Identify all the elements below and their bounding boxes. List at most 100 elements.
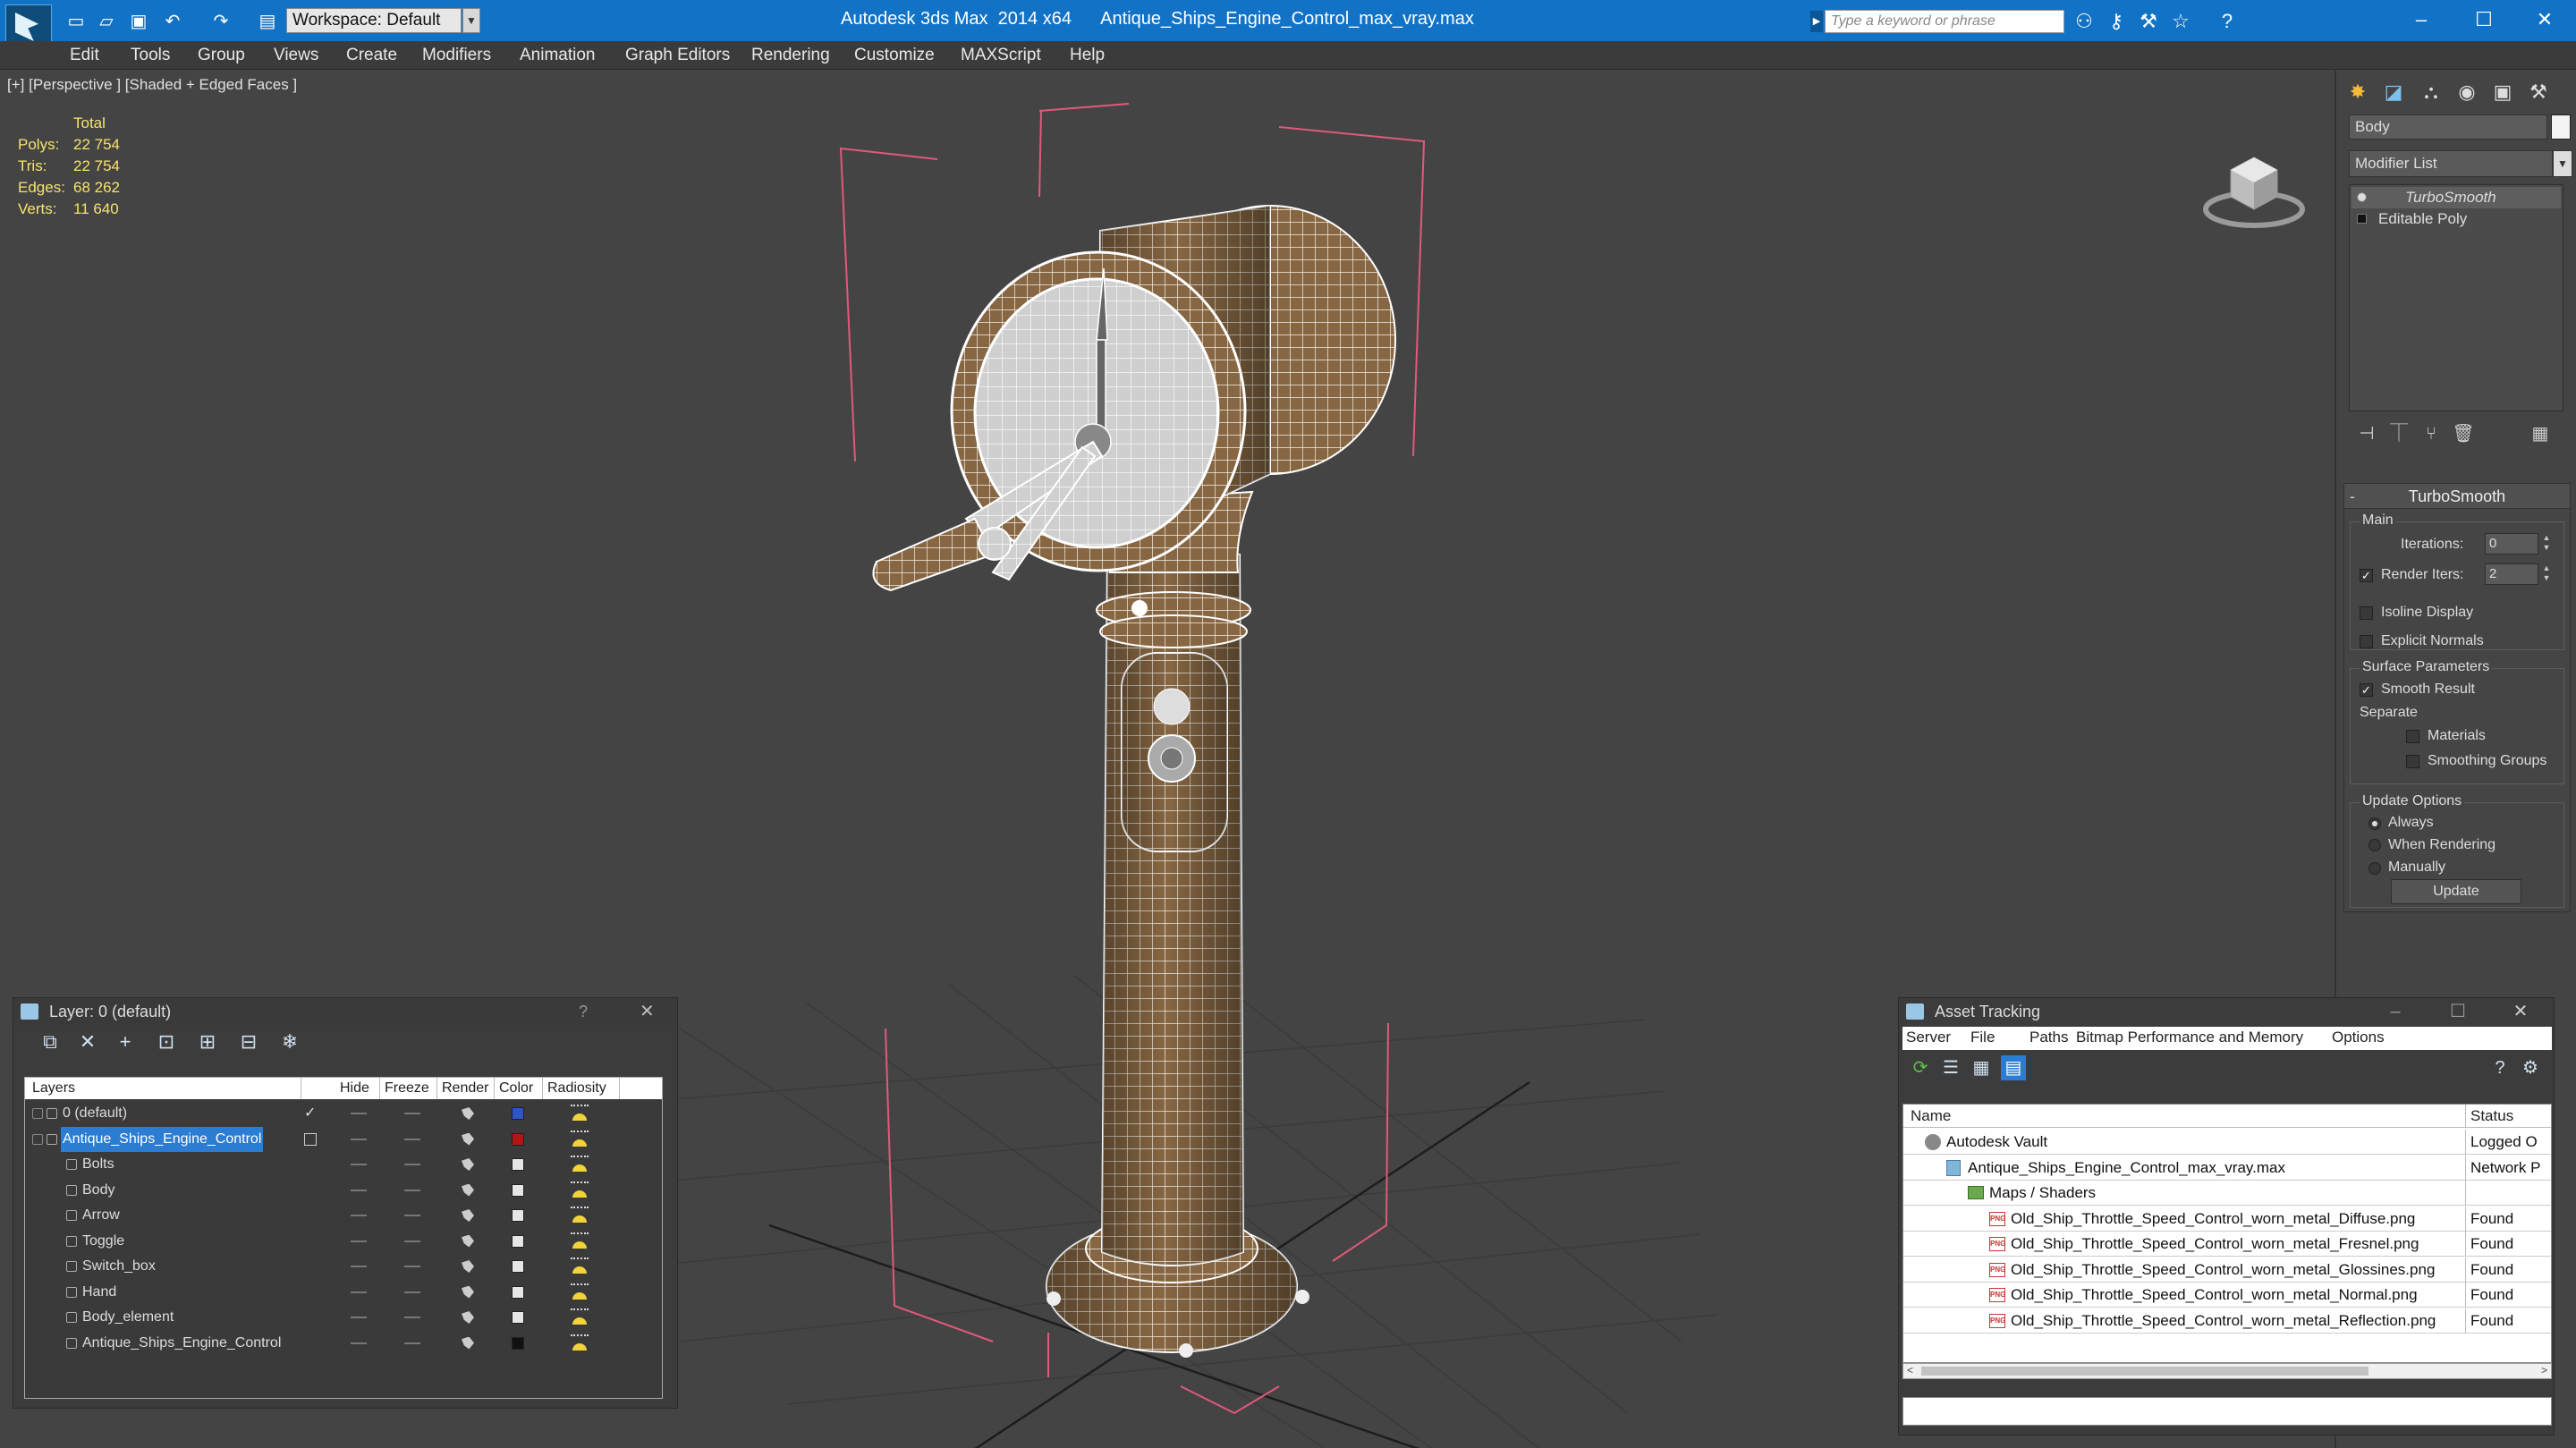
chevron-down-icon[interactable]: ▼: [2553, 150, 2572, 177]
scroll-thumb[interactable]: [1921, 1367, 2368, 1376]
layer-color-swatch[interactable]: [512, 1158, 524, 1171]
hide-toggle[interactable]: [351, 1317, 367, 1318]
render-teapot-icon[interactable]: [462, 1285, 474, 1299]
layer-name[interactable]: Toggle: [80, 1229, 126, 1254]
layer-name[interactable]: 0 (default): [61, 1101, 129, 1126]
render-teapot-icon[interactable]: [462, 1158, 474, 1171]
column-header-hide[interactable]: Hide: [340, 1078, 369, 1099]
freeze-toggle[interactable]: [404, 1240, 420, 1242]
table-view-icon[interactable]: ▦: [1969, 1055, 1994, 1080]
iterations-spinner[interactable]: 0: [2485, 533, 2538, 555]
layer-row[interactable]: Hand: [25, 1280, 633, 1305]
when-rendering-radio[interactable]: [2368, 839, 2381, 851]
maximize-icon[interactable]: ☐: [2427, 998, 2489, 1025]
layer-name[interactable]: Hand: [80, 1280, 118, 1305]
always-radio[interactable]: [2368, 817, 2381, 830]
save-icon[interactable]: ▣: [127, 11, 150, 32]
asset-row[interactable]: PNG Old_Ship_Throttle_Speed_Control_worn_…: [1903, 1283, 2551, 1308]
render-teapot-icon[interactable]: [462, 1311, 474, 1324]
connect-icon[interactable]: ⚒: [2136, 10, 2161, 33]
layer-name[interactable]: Arrow: [80, 1203, 122, 1228]
layer-name[interactable]: Antique_Ships_Engine_Control: [80, 1331, 283, 1356]
close-icon[interactable]: ✕: [2513, 0, 2576, 41]
modify-tab-icon[interactable]: ◪: [2377, 77, 2410, 107]
hide-toggle[interactable]: [351, 1266, 367, 1267]
layer-color-swatch[interactable]: [512, 1107, 524, 1120]
dialog-title-bar[interactable]: Asset Tracking – ☐ ✕: [1899, 998, 2554, 1025]
radiosity-icon[interactable]: [569, 1307, 590, 1328]
modifier-list-dropdown[interactable]: Modifier List: [2349, 150, 2553, 177]
layer-row[interactable]: Bolts: [25, 1152, 633, 1177]
layer-color-swatch[interactable]: [512, 1132, 524, 1146]
undo-icon[interactable]: ↶: [161, 11, 184, 32]
object-color-swatch[interactable]: [2551, 114, 2571, 140]
render-teapot-icon[interactable]: [462, 1132, 474, 1146]
column-header-color[interactable]: Color: [499, 1078, 533, 1099]
layer-color-swatch[interactable]: [512, 1260, 524, 1273]
redo-icon[interactable]: ↷: [209, 11, 233, 32]
set-active-checkbox[interactable]: [304, 1132, 317, 1146]
hide-all-icon[interactable]: ⊟: [235, 1029, 262, 1054]
hide-toggle[interactable]: [351, 1291, 367, 1293]
freeze-toggle[interactable]: [404, 1317, 420, 1318]
freeze-all-icon[interactable]: ❄: [276, 1029, 303, 1054]
asset-row[interactable]: PNG Old_Ship_Throttle_Speed_Control_worn_…: [1903, 1257, 2551, 1283]
hide-toggle[interactable]: [351, 1138, 367, 1140]
radiosity-icon[interactable]: [569, 1333, 590, 1354]
workspace-dropdown[interactable]: Workspace: Default: [286, 8, 462, 33]
render-teapot-icon[interactable]: [462, 1209, 474, 1222]
asset-row[interactable]: PNG Old_Ship_Throttle_Speed_Control_worn_…: [1903, 1308, 2551, 1334]
layer-color-swatch[interactable]: [512, 1336, 524, 1350]
column-header-layers[interactable]: Layers: [32, 1078, 75, 1099]
horizontal-scrollbar[interactable]: < >: [1902, 1363, 2552, 1379]
object-name-field[interactable]: Body: [2349, 114, 2547, 140]
layer-row[interactable]: 0 (default) ✓: [25, 1101, 633, 1126]
asset-row[interactable]: PNG Old_Ship_Throttle_Speed_Control_worn_…: [1903, 1232, 2551, 1257]
rollout-header[interactable]: - TurboSmooth: [2344, 484, 2570, 509]
freeze-toggle[interactable]: [404, 1215, 420, 1216]
render-teapot-icon[interactable]: [462, 1183, 474, 1197]
viewport-label[interactable]: [+] [Perspective ] [Shaded + Edged Faces…: [7, 76, 297, 94]
select-objects-icon[interactable]: ⊡: [153, 1029, 180, 1054]
chevron-down-icon[interactable]: ▼: [462, 8, 480, 33]
radiosity-icon[interactable]: [569, 1129, 590, 1150]
layer-color-swatch[interactable]: [512, 1285, 524, 1299]
refresh-icon[interactable]: ⟳: [1908, 1055, 1933, 1080]
project-folder-icon[interactable]: ▤: [256, 11, 279, 32]
motion-tab-icon[interactable]: ◉: [2451, 77, 2483, 107]
hierarchy-tab-icon[interactable]: ⛬: [2415, 77, 2447, 107]
smoothing-groups-checkbox[interactable]: [2406, 755, 2419, 768]
hide-toggle[interactable]: [351, 1240, 367, 1242]
layer-row[interactable]: Antique_Ships_Engine_Control: [25, 1126, 633, 1152]
menu-animation[interactable]: Animation: [520, 46, 596, 65]
display-tab-icon[interactable]: ▣: [2487, 77, 2519, 107]
freeze-toggle[interactable]: [404, 1342, 420, 1344]
menu-group[interactable]: Group: [198, 46, 245, 65]
explicit-normals-checkbox[interactable]: [2360, 635, 2373, 648]
dialog-title-bar[interactable]: Layer: 0 (default) ? ✕: [13, 998, 677, 1025]
menu-server[interactable]: Server: [1906, 1029, 1951, 1046]
expand-icon[interactable]: [32, 1133, 43, 1145]
help-icon[interactable]: ?: [579, 998, 588, 1025]
menu-help[interactable]: Help: [1070, 46, 1105, 65]
menu-bitmap-performance[interactable]: Bitmap Performance and Memory: [2076, 1029, 2303, 1046]
new-file-icon[interactable]: ▭: [64, 11, 88, 32]
lightbulb-icon[interactable]: [2357, 192, 2367, 202]
render-teapot-icon[interactable]: [462, 1234, 474, 1248]
layer-row[interactable]: Toggle: [25, 1229, 633, 1254]
maximize-icon[interactable]: ☐: [2453, 0, 2515, 41]
menu-tools[interactable]: Tools: [131, 46, 170, 65]
spinner-arrows-icon[interactable]: ▲ ▼: [2540, 563, 2553, 585]
create-layer-icon[interactable]: ⧉: [37, 1029, 64, 1054]
hide-toggle[interactable]: [351, 1113, 367, 1114]
grid-view-icon[interactable]: ▤: [2001, 1055, 2026, 1080]
make-unique-icon[interactable]: ⑂: [2419, 420, 2444, 447]
freeze-toggle[interactable]: [404, 1189, 420, 1191]
hide-toggle[interactable]: [351, 1342, 367, 1344]
freeze-toggle[interactable]: [404, 1291, 420, 1293]
layer-color-swatch[interactable]: [512, 1311, 524, 1324]
column-header-freeze[interactable]: Freeze: [385, 1078, 429, 1099]
hide-toggle[interactable]: [351, 1164, 367, 1165]
menu-edit[interactable]: Edit: [70, 46, 99, 65]
close-icon[interactable]: ✕: [640, 998, 655, 1025]
